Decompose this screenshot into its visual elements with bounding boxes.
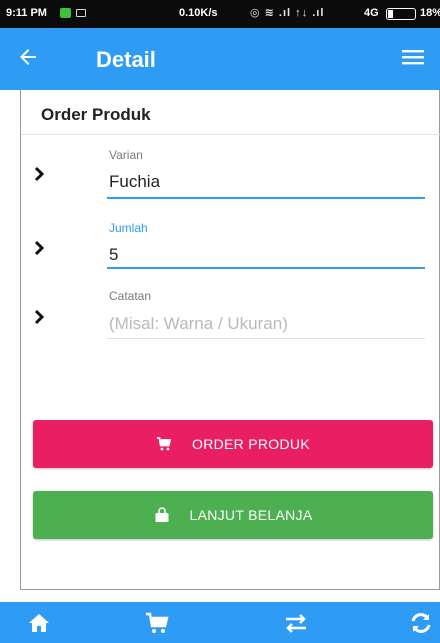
hamburger-menu-icon[interactable] (402, 48, 424, 66)
field-label-varian: Varian (109, 148, 143, 162)
battery-percent: 18% (420, 7, 440, 19)
battery-level (388, 10, 393, 18)
cart-icon[interactable] (144, 610, 170, 636)
app-bar: Detail (0, 28, 440, 90)
notification-icon (60, 8, 71, 18)
bottom-nav (0, 602, 440, 643)
divider (21, 134, 440, 135)
status-bar: 9:11 PM 0.10K/s ◎ ≋ .ıl ↑↓ .ıl 4G 18% (0, 0, 440, 28)
section-title: Order Produk (41, 105, 151, 124)
catatan-underline (107, 338, 425, 339)
chevron-right-icon (34, 240, 45, 256)
catatan-input[interactable]: (Misal: Warna / Ukuran) (109, 314, 288, 334)
status-time: 9:11 PM (6, 7, 47, 19)
transfer-icon[interactable] (283, 610, 309, 636)
back-arrow-icon[interactable] (16, 45, 40, 69)
jumlah-input[interactable]: 5 (109, 245, 118, 265)
cart-icon (157, 437, 172, 451)
chevron-right-icon (34, 166, 45, 182)
chevron-right-icon (34, 309, 45, 325)
varian-input[interactable]: Fuchia (109, 172, 160, 192)
varian-underline (107, 197, 425, 199)
lanjut-belanja-button[interactable]: LANJUT BELANJA (33, 491, 433, 539)
field-label-catatan: Catatan (109, 289, 152, 303)
home-icon[interactable] (26, 610, 52, 636)
shopping-bag-icon (155, 507, 168, 522)
signal-icons: ◎ ≋ .ıl ↑↓ .ıl (250, 7, 325, 19)
order-button-label: ORDER PRODUK (192, 436, 310, 452)
page-title: Detail (96, 47, 156, 72)
refresh-icon[interactable] (408, 610, 434, 636)
field-label-jumlah: Jumlah (109, 221, 148, 235)
jumlah-underline (107, 267, 425, 269)
order-produk-button[interactable]: ORDER PRODUK (33, 420, 433, 468)
order-card: Order Produk Varian Fuchia Jumlah 5 Cata… (20, 90, 440, 590)
message-icon (76, 9, 86, 17)
app-screen: 9:11 PM 0.10K/s ◎ ≋ .ıl ↑↓ .ıl 4G 18% De… (0, 0, 440, 643)
network-type: 4G (364, 7, 379, 19)
network-speed: 0.10K/s (179, 7, 218, 19)
lanjut-button-label: LANJUT BELANJA (189, 507, 313, 523)
